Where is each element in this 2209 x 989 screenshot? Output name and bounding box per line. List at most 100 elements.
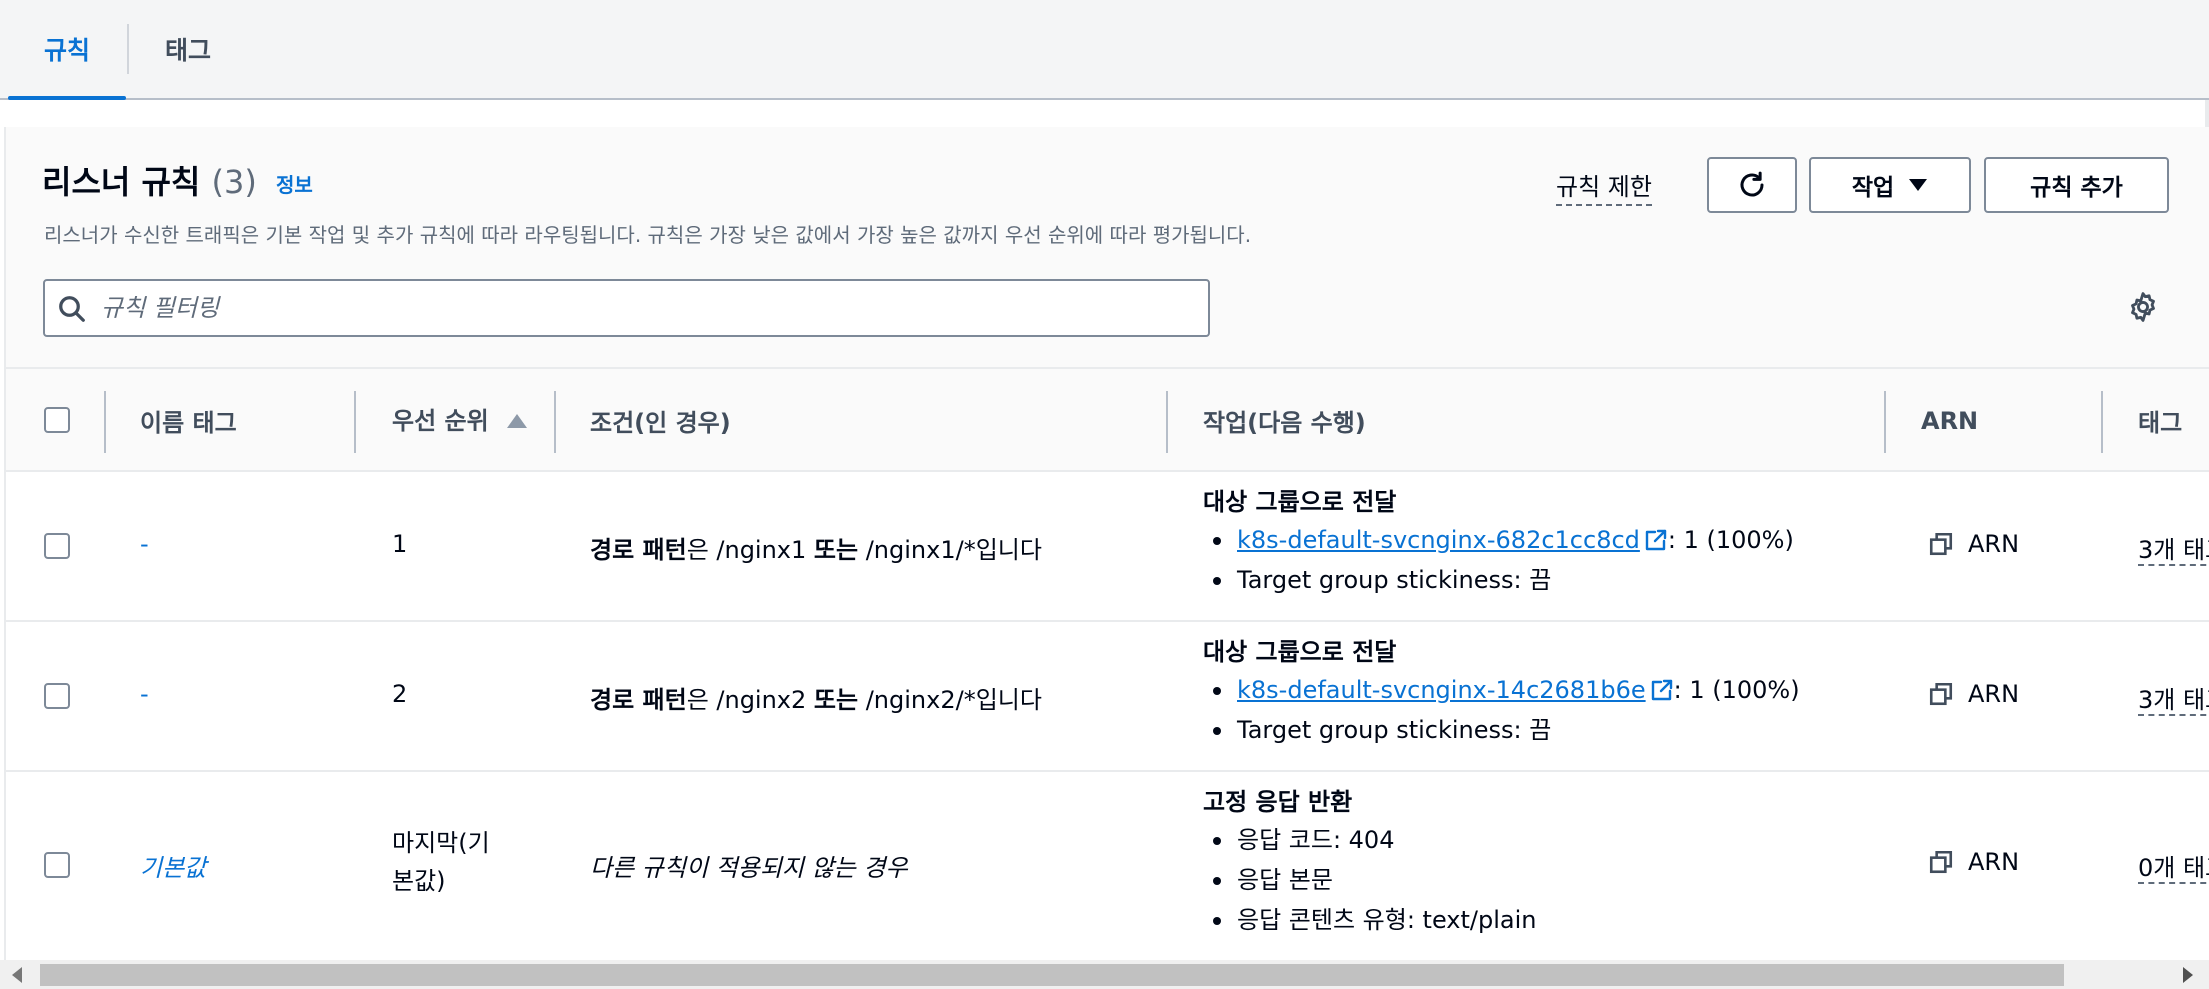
rule-name-link[interactable]: -	[140, 680, 149, 708]
table-header: 이름 태그 우선 순위 조건(인 경우) 작업(다음 수행) ARN 태그	[6, 367, 2209, 472]
tags-count[interactable]: 3개 태그	[2138, 686, 2209, 716]
column-header-tags[interactable]: 태그	[2138, 369, 2182, 472]
tags-cell: 3개 태그	[2138, 680, 2209, 716]
action-target-item: k8s-default-svcnginx-14c2681b6e : 1 (100%…	[1203, 670, 1800, 710]
rule-action: 대상 그룹으로 전달 k8s-default-svcnginx-14c2681b…	[1203, 634, 1800, 750]
column-separator	[2101, 391, 2103, 453]
tags-count[interactable]: 0개 태그	[2138, 854, 2209, 884]
copy-icon	[1929, 532, 1953, 556]
table-row: - 1 경로 패턴은 /nginx1 또는 /nginx1/*입니다 대상 그룹…	[6, 472, 2209, 622]
horizontal-scrollbar[interactable]	[0, 960, 2209, 989]
gear-icon[interactable]	[2126, 290, 2160, 324]
tab-rules[interactable]: 규칙	[8, 0, 126, 100]
rule-name-link[interactable]: -	[140, 530, 149, 558]
rule-action: 대상 그룹으로 전달 k8s-default-svcnginx-682c1cc8…	[1203, 484, 1794, 600]
target-group-link[interactable]: k8s-default-svcnginx-682c1cc8cd	[1237, 526, 1640, 554]
copy-icon	[1929, 682, 1953, 706]
priority-line-1: 마지막(기	[392, 829, 490, 857]
actions-dropdown-button[interactable]: 작업	[1809, 157, 1971, 213]
rule-limit-link[interactable]: 규칙 제한	[1556, 167, 1652, 206]
stickiness-item: Target group stickiness: 끔	[1203, 710, 1800, 750]
action-details: k8s-default-svcnginx-14c2681b6e : 1 (100%…	[1203, 670, 1800, 750]
arn-copy[interactable]: ARN	[1928, 680, 2019, 708]
rule-condition: 경로 패턴은 /nginx2 또는 /nginx2/*입니다	[590, 680, 1042, 715]
content-type-item: 응답 콘텐츠 유형: text/plain	[1203, 900, 1536, 940]
rule-condition: 다른 규칙이 적용되지 않는 경우	[590, 854, 908, 882]
sort-ascending-icon[interactable]	[506, 413, 528, 429]
row-checkbox[interactable]	[44, 683, 70, 709]
rules-container: 리스너 규칙 (3) 정보 리스너가 수신한 트래픽은 기본 작업 및 추가 규…	[4, 127, 2209, 989]
header-description: 리스너가 수신한 트래픽은 기본 작업 및 추가 규칙에 따라 라우팅됩니다. …	[44, 223, 1252, 247]
response-body-item: 응답 본문	[1203, 860, 1536, 900]
action-title: 대상 그룹으로 전달	[1203, 488, 1397, 516]
external-link-icon[interactable]	[1650, 678, 1674, 702]
column-header-priority[interactable]: 우선 순위	[392, 369, 502, 472]
action-title: 대상 그룹으로 전달	[1203, 638, 1397, 666]
action-title: 고정 응답 반환	[1203, 788, 1353, 816]
tags-count[interactable]: 3개 태그	[2138, 536, 2209, 566]
select-all-checkbox[interactable]	[44, 407, 70, 433]
column-separator	[104, 391, 106, 453]
add-rule-button[interactable]: 규칙 추가	[1984, 157, 2169, 213]
scroll-right-arrow-icon[interactable]	[2183, 967, 2193, 983]
condition-value-2: /nginx1/*입니다	[858, 536, 1042, 564]
refresh-icon	[1740, 171, 1764, 197]
arn-copy[interactable]: ARN	[1928, 530, 2019, 558]
column-header-actions[interactable]: 작업(다음 수행)	[1203, 369, 1366, 472]
table-row: 기본값 마지막(기 본값) 다른 규칙이 적용되지 않는 경우 고정 응답 반환…	[6, 772, 2209, 962]
priority-line-2: 본값)	[392, 867, 446, 895]
caret-down-icon	[1909, 179, 1928, 191]
condition-or: 또는	[813, 536, 859, 564]
rule-name-link[interactable]: 기본값	[140, 848, 206, 883]
rule-priority: 마지막(기 본값)	[392, 824, 490, 900]
arn-copy[interactable]: ARN	[1928, 848, 2019, 876]
action-details: 응답 코드: 404 응답 본문 응답 콘텐츠 유형: text/plain	[1203, 820, 1536, 940]
scrollbar-thumb[interactable]	[40, 964, 2064, 986]
info-link[interactable]: 정보	[276, 169, 313, 198]
condition-value-2: /nginx2/*입니다	[858, 686, 1042, 714]
condition-key: 경로 패턴	[590, 536, 687, 564]
row-checkbox[interactable]	[44, 533, 70, 559]
arn-label: ARN	[1968, 680, 2020, 708]
column-separator	[1166, 391, 1168, 453]
tab-tags[interactable]: 태그	[128, 0, 248, 98]
target-weight: : 1 (100%)	[1673, 676, 1800, 704]
rule-condition: 경로 패턴은 /nginx1 또는 /nginx1/*입니다	[590, 530, 1042, 565]
column-separator	[354, 391, 356, 453]
target-group-link[interactable]: k8s-default-svcnginx-14c2681b6e	[1237, 676, 1646, 704]
title-text: 리스너 규칙	[42, 163, 201, 201]
tags-cell: 0개 태그	[2138, 848, 2209, 884]
search-icon	[59, 296, 85, 322]
condition-or: 또는	[813, 686, 859, 714]
target-weight: : 1 (100%)	[1667, 526, 1794, 554]
stickiness-item: Target group stickiness: 끔	[1203, 560, 1794, 600]
row-checkbox[interactable]	[44, 852, 70, 878]
rule-action: 고정 응답 반환 응답 코드: 404 응답 본문 응답 콘텐츠 유형: tex…	[1203, 784, 1536, 940]
column-separator	[1884, 391, 1886, 453]
tags-cell: 3개 태그	[2138, 530, 2209, 566]
actions-button-label: 작업	[1851, 175, 1895, 201]
action-details: k8s-default-svcnginx-682c1cc8cd : 1 (100%…	[1203, 520, 1794, 600]
response-code-item: 응답 코드: 404	[1203, 820, 1536, 860]
condition-value-1: 은 /nginx2	[686, 686, 814, 714]
container-header: 리스너 규칙 (3) 정보 리스너가 수신한 트래픽은 기본 작업 및 추가 규…	[6, 127, 2209, 367]
column-header-conditions[interactable]: 조건(인 경우)	[590, 369, 731, 472]
listener-rules-page: 규칙 태그 리스너 규칙 (3) 정보 리스너가 수신한 트래픽은 기본 작업 …	[0, 0, 2209, 989]
condition-key: 경로 패턴	[590, 686, 687, 714]
page-title: 리스너 규칙 (3)	[42, 157, 257, 203]
scroll-left-arrow-icon[interactable]	[12, 967, 22, 983]
search-input[interactable]	[101, 283, 1201, 333]
search-box	[43, 279, 1210, 337]
column-header-name-tag[interactable]: 이름 태그	[140, 369, 237, 472]
arn-label: ARN	[1968, 848, 2020, 876]
copy-icon	[1929, 850, 1953, 874]
tabs-bar: 규칙 태그	[0, 0, 2209, 100]
column-header-arn[interactable]: ARN	[1921, 369, 1978, 472]
refresh-button[interactable]	[1707, 157, 1797, 213]
action-target-item: k8s-default-svcnginx-682c1cc8cd : 1 (100%…	[1203, 520, 1794, 560]
external-link-icon[interactable]	[1644, 528, 1668, 552]
column-separator	[554, 391, 556, 453]
condition-value-1: 은 /nginx1	[686, 536, 814, 564]
rule-priority: 2	[392, 680, 408, 708]
rule-count: (3)	[211, 163, 257, 201]
